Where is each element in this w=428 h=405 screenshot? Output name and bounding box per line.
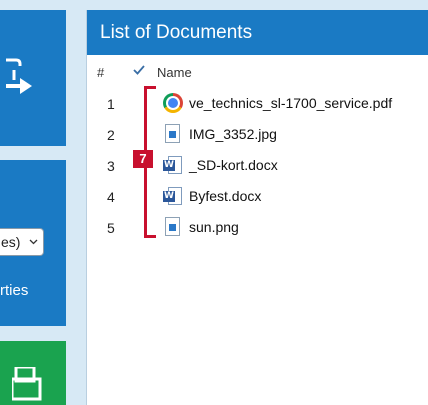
image-file-icon — [163, 217, 183, 237]
column-name-header[interactable]: Name — [157, 65, 192, 80]
image-file-icon — [163, 124, 183, 144]
chevron-down-icon — [29, 239, 38, 245]
annotation-marker: 7 — [133, 150, 153, 168]
document-row[interactable]: 4 W Byfest.docx — [87, 180, 428, 211]
document-row[interactable]: 5 sun.png — [87, 211, 428, 242]
row-number: 4 — [107, 189, 115, 205]
move-arrow-icon — [6, 58, 32, 94]
column-header: # Name — [87, 55, 428, 83]
documents-panel: List of Documents # Name 1 ve_technics_s… — [86, 10, 428, 405]
row-number: 3 — [107, 158, 115, 174]
format-select-value: es) — [1, 234, 21, 250]
document-name: sun.png — [189, 219, 239, 235]
row-number: 5 — [107, 220, 115, 236]
document-name: Byfest.docx — [189, 188, 262, 204]
column-number-header[interactable]: # — [97, 65, 104, 80]
row-number: 1 — [107, 96, 115, 112]
properties-link[interactable]: rties — [0, 282, 28, 299]
checkmark-icon[interactable] — [133, 65, 145, 75]
printer-icon — [12, 367, 42, 401]
chrome-icon — [163, 93, 183, 113]
document-name: ve_technics_sl-1700_service.pdf — [189, 95, 393, 111]
word-icon: W — [163, 186, 183, 206]
row-number: 2 — [107, 127, 115, 143]
print-tile[interactable] — [0, 341, 66, 405]
format-select[interactable]: es) — [0, 228, 44, 256]
document-row[interactable]: 1 ve_technics_sl-1700_service.pdf — [87, 87, 428, 118]
move-tile[interactable] — [0, 10, 66, 146]
panel-title: List of Documents — [87, 10, 428, 55]
document-name: IMG_3352.jpg — [189, 126, 277, 142]
document-row[interactable]: 2 IMG_3352.jpg — [87, 118, 428, 149]
document-name: _SD-kort.docx — [189, 157, 278, 173]
word-icon: W — [163, 155, 183, 175]
